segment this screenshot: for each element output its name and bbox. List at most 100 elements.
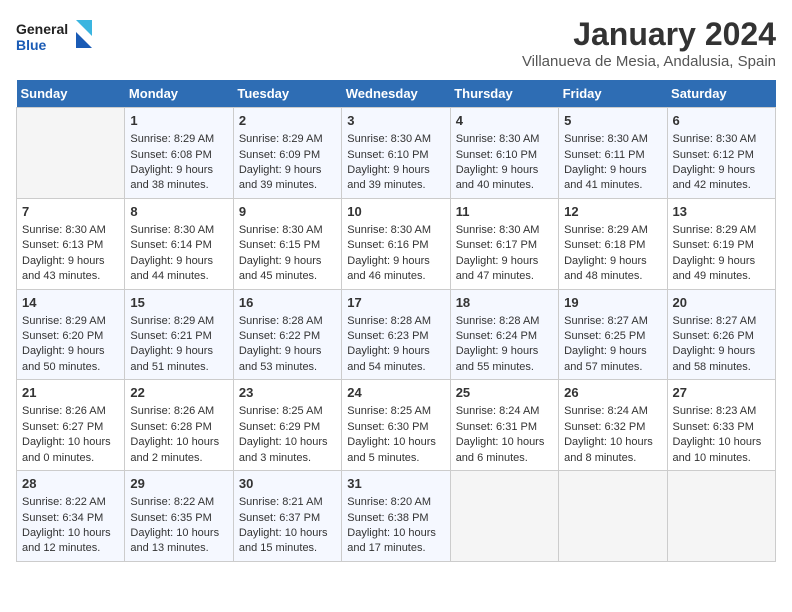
day-info-line: and 55 minutes.: [456, 360, 553, 375]
day-info-line: Sunset: 6:14 PM: [130, 238, 227, 253]
day-info-line: Sunrise: 8:21 AM: [239, 495, 336, 510]
day-number: 25: [456, 384, 553, 402]
column-header-sunday: Sunday: [17, 80, 125, 108]
day-info-line: Sunset: 6:11 PM: [564, 148, 661, 163]
calendar-week-4: 21Sunrise: 8:26 AMSunset: 6:27 PMDayligh…: [17, 380, 776, 471]
day-info-line: and 50 minutes.: [22, 360, 119, 375]
day-info-line: and 43 minutes.: [22, 269, 119, 284]
day-info-line: Sunset: 6:24 PM: [456, 329, 553, 344]
day-info-line: Daylight: 9 hours: [130, 344, 227, 359]
day-info-line: Sunset: 6:38 PM: [347, 511, 444, 526]
day-info-line: and 39 minutes.: [347, 178, 444, 193]
day-info-line: Sunrise: 8:28 AM: [347, 314, 444, 329]
day-info-line: and 2 minutes.: [130, 451, 227, 466]
day-info-line: and 39 minutes.: [239, 178, 336, 193]
calendar-day: 16Sunrise: 8:28 AMSunset: 6:22 PMDayligh…: [233, 289, 341, 380]
day-info-line: Sunset: 6:13 PM: [22, 238, 119, 253]
calendar-day: 3Sunrise: 8:30 AMSunset: 6:10 PMDaylight…: [342, 108, 450, 199]
day-info-line: Sunset: 6:33 PM: [673, 420, 770, 435]
calendar-week-2: 7Sunrise: 8:30 AMSunset: 6:13 PMDaylight…: [17, 198, 776, 289]
day-info-line: Sunset: 6:19 PM: [673, 238, 770, 253]
day-number: 5: [564, 112, 661, 130]
calendar-week-1: 1Sunrise: 8:29 AMSunset: 6:08 PMDaylight…: [17, 108, 776, 199]
calendar-day: 22Sunrise: 8:26 AMSunset: 6:28 PMDayligh…: [125, 380, 233, 471]
day-info-line: Sunset: 6:32 PM: [564, 420, 661, 435]
calendar-day: 13Sunrise: 8:29 AMSunset: 6:19 PMDayligh…: [667, 198, 775, 289]
day-info-line: Sunrise: 8:30 AM: [347, 132, 444, 147]
day-info-line: Sunrise: 8:30 AM: [130, 223, 227, 238]
day-info-line: Sunset: 6:25 PM: [564, 329, 661, 344]
logo: General Blue: [16, 16, 96, 60]
day-number: 21: [22, 384, 119, 402]
day-info-line: Sunrise: 8:23 AM: [673, 404, 770, 419]
calendar-day: 25Sunrise: 8:24 AMSunset: 6:31 PMDayligh…: [450, 380, 558, 471]
column-header-wednesday: Wednesday: [342, 80, 450, 108]
day-info-line: Daylight: 10 hours: [22, 526, 119, 541]
day-info-line: and 46 minutes.: [347, 269, 444, 284]
day-info-line: Daylight: 9 hours: [564, 254, 661, 269]
day-info-line: and 17 minutes.: [347, 541, 444, 556]
day-info-line: Daylight: 9 hours: [130, 163, 227, 178]
day-info-line: Daylight: 9 hours: [239, 254, 336, 269]
calendar-day: 17Sunrise: 8:28 AMSunset: 6:23 PMDayligh…: [342, 289, 450, 380]
day-info-line: Sunrise: 8:29 AM: [564, 223, 661, 238]
calendar-day: [667, 471, 775, 562]
month-title: January 2024: [522, 16, 776, 53]
day-info-line: Sunrise: 8:27 AM: [673, 314, 770, 329]
day-info-line: Sunset: 6:20 PM: [22, 329, 119, 344]
calendar-day: 11Sunrise: 8:30 AMSunset: 6:17 PMDayligh…: [450, 198, 558, 289]
day-info-line: Sunrise: 8:30 AM: [22, 223, 119, 238]
day-info-line: and 51 minutes.: [130, 360, 227, 375]
day-info-line: Sunrise: 8:29 AM: [239, 132, 336, 147]
day-info-line: Sunrise: 8:20 AM: [347, 495, 444, 510]
day-number: 7: [22, 203, 119, 221]
day-number: 10: [347, 203, 444, 221]
day-info-line: Sunset: 6:17 PM: [456, 238, 553, 253]
day-info-line: Daylight: 9 hours: [564, 163, 661, 178]
calendar-day: 31Sunrise: 8:20 AMSunset: 6:38 PMDayligh…: [342, 471, 450, 562]
calendar-day: 15Sunrise: 8:29 AMSunset: 6:21 PMDayligh…: [125, 289, 233, 380]
calendar-week-3: 14Sunrise: 8:29 AMSunset: 6:20 PMDayligh…: [17, 289, 776, 380]
calendar-day: 24Sunrise: 8:25 AMSunset: 6:30 PMDayligh…: [342, 380, 450, 471]
day-info-line: Daylight: 10 hours: [564, 435, 661, 450]
day-info-line: Daylight: 10 hours: [130, 526, 227, 541]
day-info-line: Sunrise: 8:30 AM: [673, 132, 770, 147]
day-info-line: and 40 minutes.: [456, 178, 553, 193]
title-block: January 2024 Villanueva de Mesia, Andalu…: [522, 16, 776, 70]
day-info-line: and 49 minutes.: [673, 269, 770, 284]
svg-text:General: General: [16, 21, 68, 37]
day-info-line: Sunset: 6:10 PM: [456, 148, 553, 163]
day-info-line: Sunset: 6:15 PM: [239, 238, 336, 253]
day-info-line: Daylight: 9 hours: [347, 254, 444, 269]
calendar-day: 7 Sunrise: 8:30 AMSunset: 6:13 PMDaylight…: [17, 198, 125, 289]
day-number: 11: [456, 203, 553, 221]
day-info-line: Daylight: 9 hours: [239, 163, 336, 178]
day-info-line: Sunset: 6:28 PM: [130, 420, 227, 435]
day-info-line: Daylight: 10 hours: [673, 435, 770, 450]
day-info-line: Sunset: 6:18 PM: [564, 238, 661, 253]
day-info-line: and 57 minutes.: [564, 360, 661, 375]
day-info-line: Sunset: 6:26 PM: [673, 329, 770, 344]
day-info-line: Daylight: 9 hours: [22, 254, 119, 269]
day-info-line: Daylight: 10 hours: [22, 435, 119, 450]
day-number: 31: [347, 475, 444, 493]
day-number: 23: [239, 384, 336, 402]
calendar-day: 2Sunrise: 8:29 AMSunset: 6:09 PMDaylight…: [233, 108, 341, 199]
calendar-day: 28Sunrise: 8:22 AMSunset: 6:34 PMDayligh…: [17, 471, 125, 562]
day-info-line: Sunrise: 8:30 AM: [347, 223, 444, 238]
calendar-day: 1Sunrise: 8:29 AMSunset: 6:08 PMDaylight…: [125, 108, 233, 199]
column-header-friday: Friday: [559, 80, 667, 108]
day-info-line: Sunrise: 8:24 AM: [564, 404, 661, 419]
calendar-day: 18Sunrise: 8:28 AMSunset: 6:24 PMDayligh…: [450, 289, 558, 380]
day-info-line: Daylight: 9 hours: [673, 254, 770, 269]
day-number: 22: [130, 384, 227, 402]
calendar-day: 8Sunrise: 8:30 AMSunset: 6:14 PMDaylight…: [125, 198, 233, 289]
day-number: 16: [239, 294, 336, 312]
day-number: 19: [564, 294, 661, 312]
calendar-day: 19Sunrise: 8:27 AMSunset: 6:25 PMDayligh…: [559, 289, 667, 380]
day-info-line: and 42 minutes.: [673, 178, 770, 193]
day-info-line: and 12 minutes.: [22, 541, 119, 556]
location-subtitle: Villanueva de Mesia, Andalusia, Spain: [522, 53, 776, 70]
calendar-week-5: 28Sunrise: 8:22 AMSunset: 6:34 PMDayligh…: [17, 471, 776, 562]
calendar-day: [559, 471, 667, 562]
